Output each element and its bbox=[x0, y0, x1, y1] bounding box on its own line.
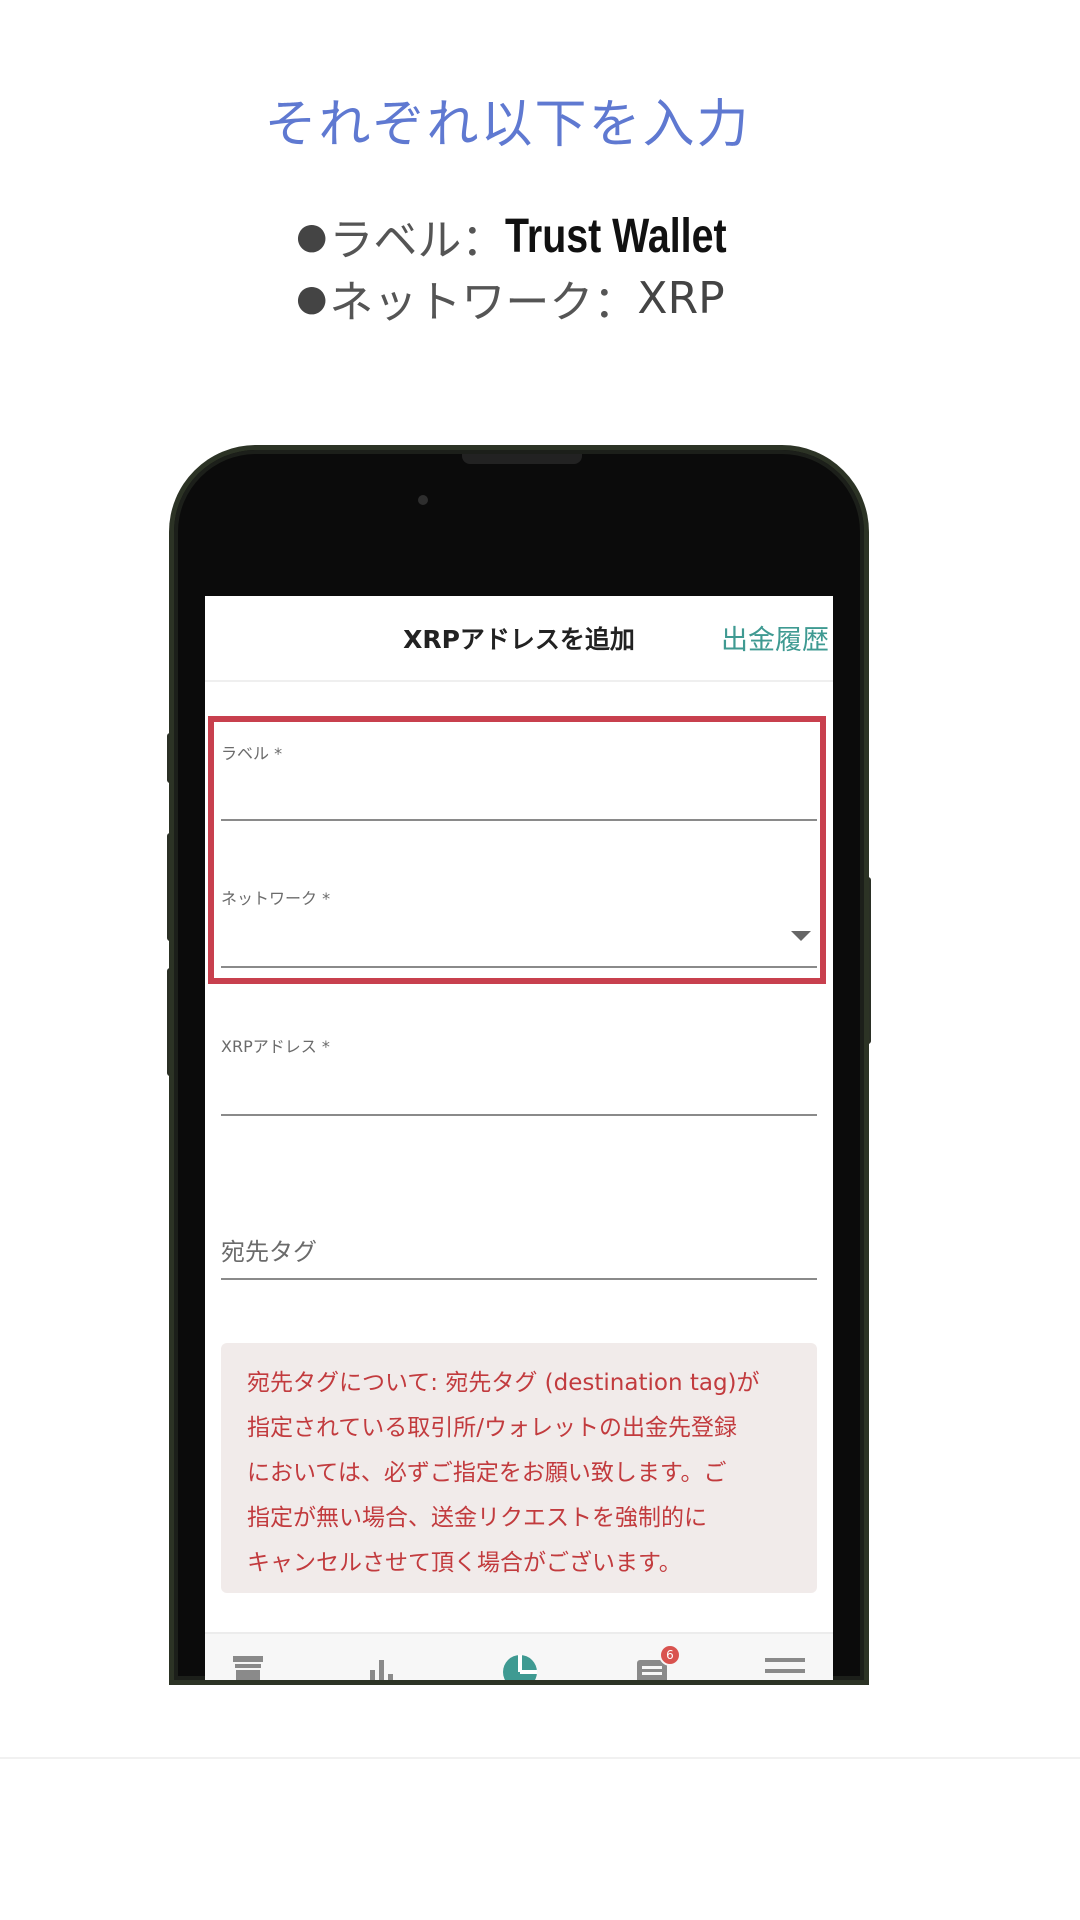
menu-icon bbox=[765, 1658, 805, 1673]
phone-volume-up-button bbox=[167, 833, 174, 941]
phone-power-button bbox=[864, 877, 871, 1044]
bar-chart-icon bbox=[370, 1660, 393, 1680]
destination-tag-placeholder: 宛先タグ bbox=[221, 1238, 317, 1266]
app-header: XRPアドレスを追加 出金履歴 bbox=[205, 596, 833, 682]
pie-chart-icon bbox=[503, 1655, 537, 1680]
phone-silent-switch bbox=[167, 733, 174, 783]
bottom-tab-bar: 6 bbox=[205, 1632, 833, 1680]
tab-menu[interactable] bbox=[765, 1654, 805, 1680]
tab-store[interactable] bbox=[231, 1654, 265, 1680]
phone-frame: XRPアドレスを追加 出金履歴 ラベル * ネットワーク * XRPアドレス *… bbox=[174, 450, 864, 1680]
notice-line: 指定が無い場合、送金リクエストを強制的に bbox=[247, 1505, 707, 1531]
instruction-label-line: ● ラベル： Trust Wallet bbox=[296, 205, 776, 267]
instruction-value: Trust Wallet bbox=[505, 209, 728, 263]
app-screen: XRPアドレスを追加 出金履歴 ラベル * ネットワーク * XRPアドレス *… bbox=[205, 596, 833, 1680]
highlight-box bbox=[208, 716, 826, 984]
instruction-label: ラベル： bbox=[329, 215, 506, 266]
tab-portfolio[interactable] bbox=[502, 1654, 537, 1680]
badge-count: 6 bbox=[666, 1648, 674, 1662]
xrp-address-field-underline bbox=[221, 1114, 817, 1116]
notice-line: においては、必ずご指定をお願い致します。ご bbox=[247, 1460, 727, 1486]
notification-badge: 6 bbox=[659, 1644, 681, 1666]
instruction-network-line: ● ネットワーク： XRP bbox=[296, 267, 776, 329]
destination-tag-notice: 宛先タグについて: 宛先タグ (destination tag)が 指定されてい… bbox=[221, 1343, 817, 1593]
instruction-value: XRP bbox=[637, 272, 725, 324]
xrp-address-field-label: XRPアドレス * bbox=[221, 1037, 330, 1056]
front-camera bbox=[418, 495, 428, 505]
headline: それぞれ以下を入力 bbox=[264, 95, 751, 155]
phone-volume-down-button bbox=[167, 968, 174, 1076]
destination-tag-underline bbox=[221, 1278, 817, 1280]
notice-line: キャンセルさせて頂く場合がございます。 bbox=[247, 1550, 682, 1576]
bottom-divider bbox=[0, 1757, 1080, 1759]
tab-news[interactable]: 6 bbox=[635, 1644, 681, 1680]
notice-line: 宛先タグについて: 宛先タグ (destination tag)が bbox=[247, 1370, 760, 1396]
withdrawal-history-link[interactable]: 出金履歴 bbox=[721, 618, 829, 657]
speaker-slot bbox=[462, 454, 582, 464]
bullet-icon: ● bbox=[296, 277, 328, 319]
destination-tag-field[interactable]: 宛先タグ bbox=[221, 1232, 817, 1280]
bullet-icon: ● bbox=[296, 215, 328, 257]
notice-line: 指定されている取引所/ウォレットの出金先登録 bbox=[247, 1415, 738, 1441]
instruction-label: ネットワーク： bbox=[329, 277, 638, 328]
instructions: ● ラベル： Trust Wallet ● ネットワーク： XRP bbox=[296, 205, 776, 329]
tab-chart[interactable] bbox=[365, 1654, 399, 1680]
store-icon bbox=[233, 1656, 263, 1680]
xrp-address-field[interactable]: XRPアドレス * bbox=[221, 1033, 817, 1116]
